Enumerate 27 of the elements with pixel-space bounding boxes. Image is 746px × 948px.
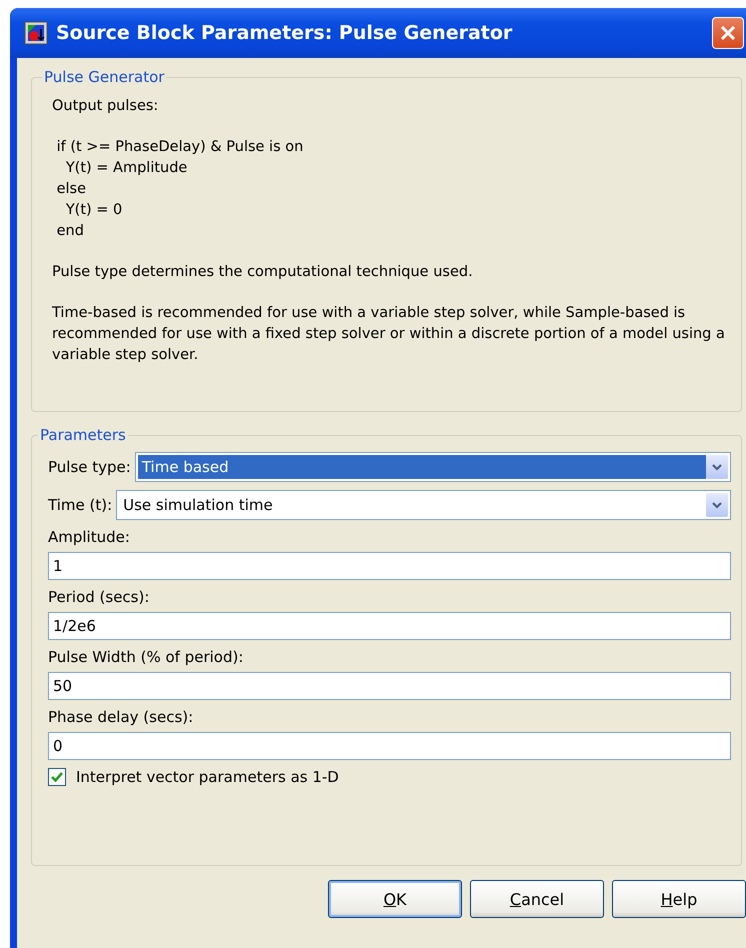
checkbox-label: Interpret vector parameters as 1-D: [76, 768, 339, 786]
dialog-button[interactable]: Cancel: [470, 880, 604, 918]
description-text: Output pulses:: [52, 97, 160, 116]
dialog-button[interactable]: OK: [328, 880, 462, 918]
input-field[interactable]: 1/2e6: [48, 612, 731, 640]
dropdown[interactable]: Use simulation time: [116, 490, 731, 520]
input-field[interactable]: 50: [48, 672, 731, 700]
input-field[interactable]: 0: [48, 732, 731, 760]
close-icon: [719, 24, 737, 42]
input-field[interactable]: 1: [48, 552, 731, 580]
checkbox[interactable]: [48, 768, 66, 786]
group-title: Pulse Generator: [43, 68, 166, 86]
close-button[interactable]: [712, 17, 744, 49]
field-label: Pulse Width (% of period):: [48, 648, 244, 666]
field-label: Time (t):: [48, 496, 112, 514]
pseudocode-text: if (t >= PhaseDelay) & Pulse is on Y(t) = Amplitude else Y(t) = 0 end: [56, 138, 304, 241]
field-label: Period (secs):: [48, 588, 150, 606]
description-text: Time-based is recommended for use with a variable step solver, while Sample-based is recommended for use with a fixed step solver or within a discrete portion of a model using a variable step solver.: [52, 304, 726, 365]
dialog-button[interactable]: Help: [612, 880, 746, 918]
block-icon: [24, 21, 48, 45]
field-label: Phase delay (secs):: [48, 708, 194, 726]
dropdown[interactable]: Time based: [134, 452, 731, 482]
window-title: Source Block Parameters: Pulse Generator: [56, 22, 514, 44]
group-title: Parameters: [39, 426, 127, 444]
field-label: Amplitude:: [48, 528, 131, 546]
field-label: Pulse type:: [48, 458, 131, 476]
description-text: Pulse type determines the computational technique used.: [52, 263, 474, 282]
